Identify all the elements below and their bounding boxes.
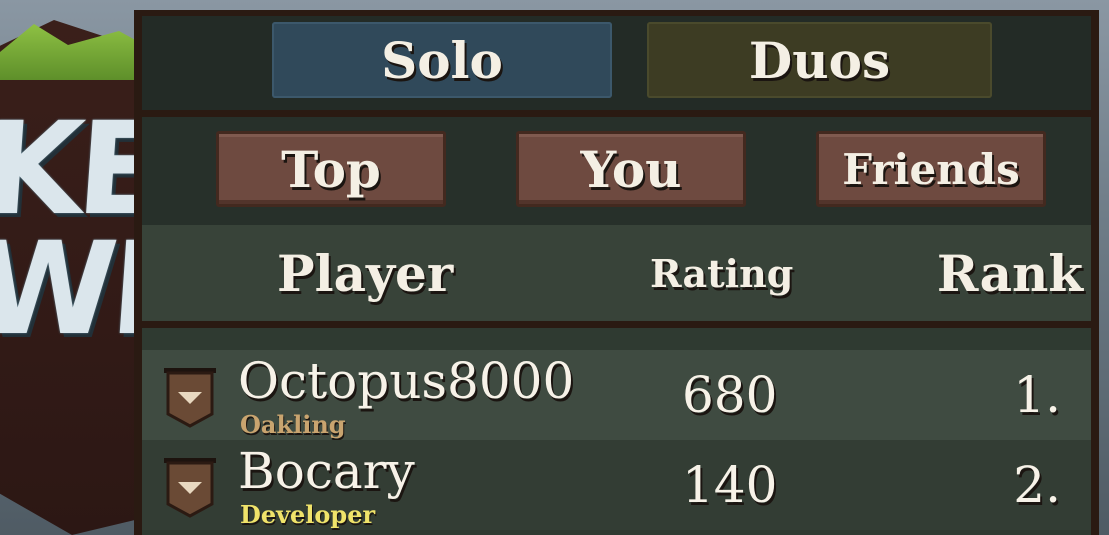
player-name: Bocary	[238, 442, 415, 500]
filter-friends-button[interactable]: Friends	[816, 131, 1046, 207]
tab-duos[interactable]: Duos	[647, 22, 992, 98]
player-rating: 140	[682, 456, 778, 514]
filter-tabs: Top You Friends	[142, 117, 1091, 225]
filter-you-button[interactable]: You	[516, 131, 746, 207]
player-name: Octopus8000	[238, 352, 575, 410]
tab-solo[interactable]: Solo	[272, 22, 612, 98]
leaderboard-panel: Solo Duos Top You Friends Player Rating …	[134, 10, 1099, 535]
player-title: Oakling	[240, 410, 346, 439]
player-rank: 2.	[1013, 456, 1061, 514]
banner-badge-icon	[164, 458, 216, 518]
player-title: Developer	[240, 500, 376, 529]
banner-badge-icon	[164, 368, 216, 428]
column-header-rank: Rank	[936, 243, 1083, 303]
player-rating: 680	[682, 366, 778, 424]
filter-top-button[interactable]: Top	[216, 131, 446, 207]
table-header: Player Rating Rank	[142, 225, 1091, 328]
table-row[interactable]: Bocary Developer 140 2.	[142, 440, 1091, 530]
player-rank: 1.	[1013, 366, 1061, 424]
table-row[interactable]: Octopus8000 Oakling 680 1.	[142, 350, 1091, 440]
column-header-player: Player	[277, 243, 454, 303]
leaderboard-rows: Octopus8000 Oakling 680 1. Bocary Develo…	[142, 328, 1091, 535]
column-header-rating: Rating	[650, 250, 794, 296]
mode-tabs: Solo Duos	[142, 16, 1091, 117]
